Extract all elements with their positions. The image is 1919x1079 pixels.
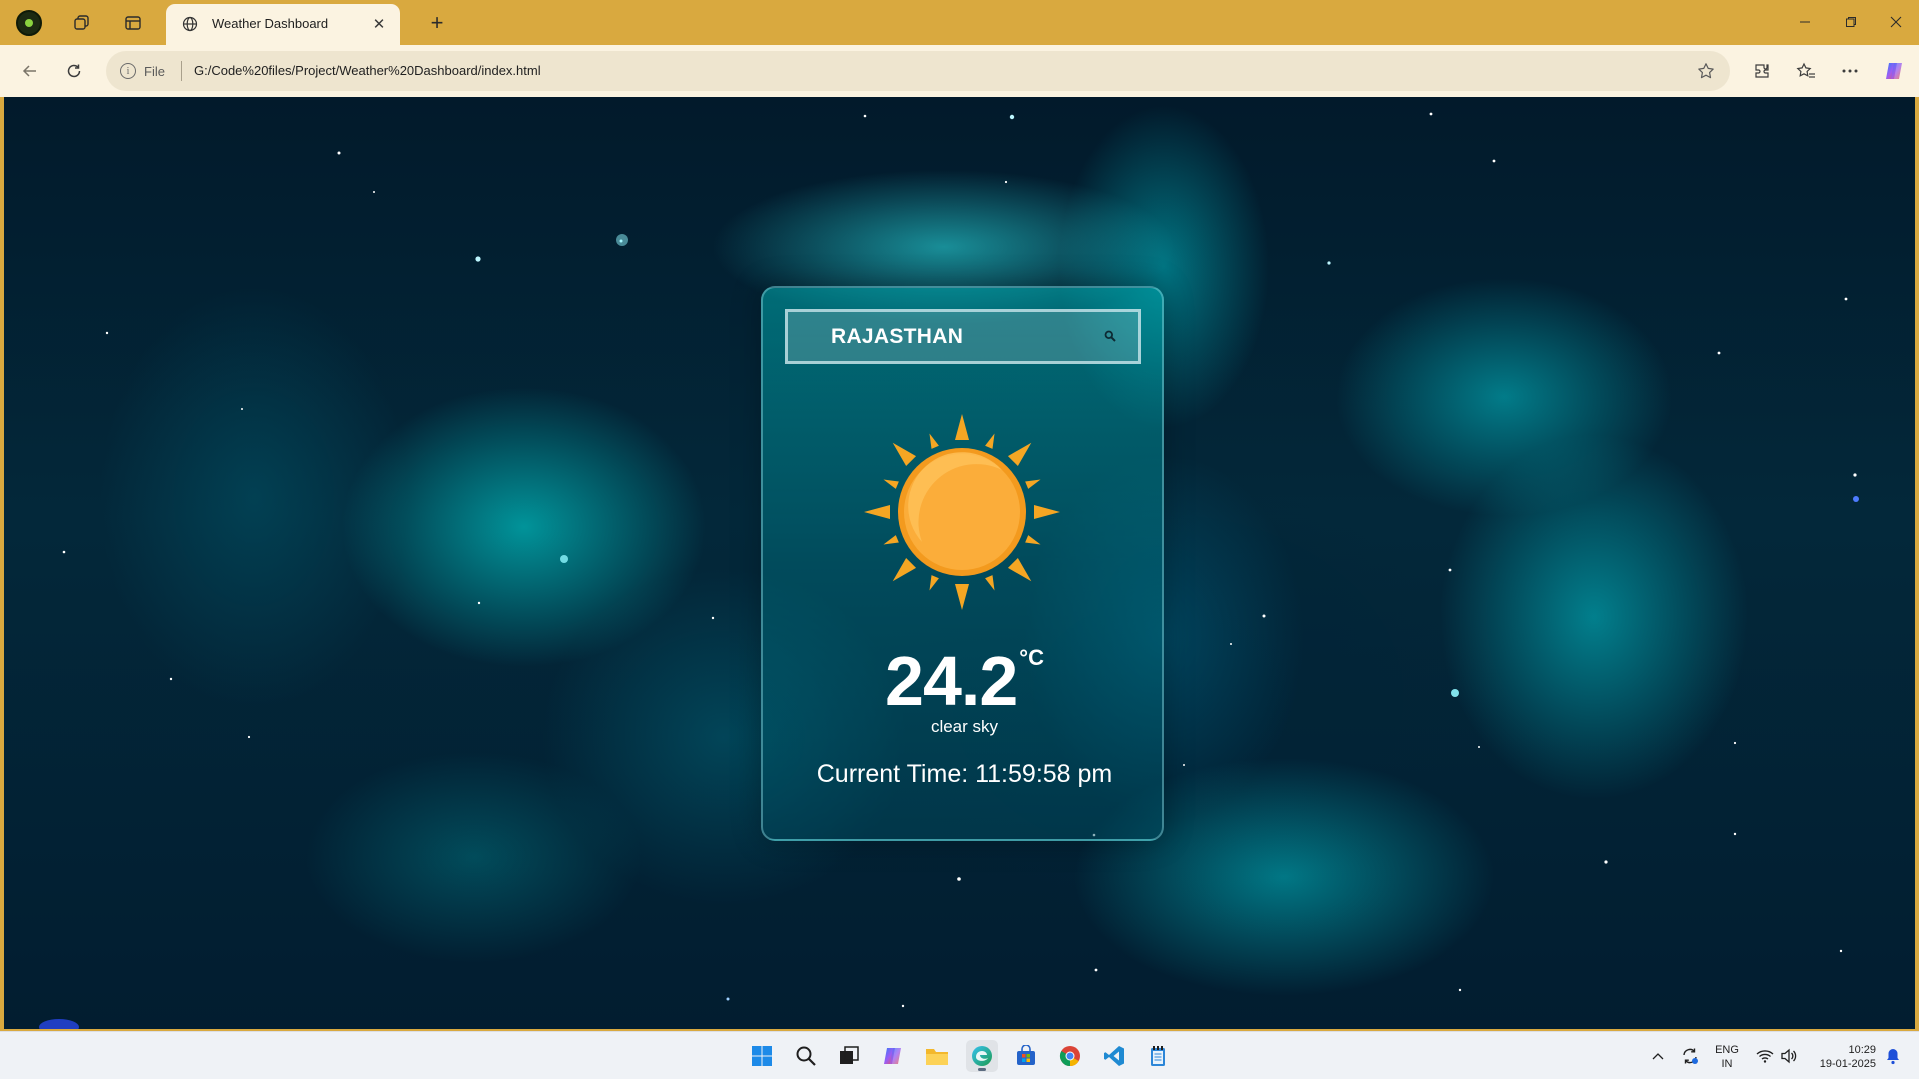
windows-taskbar: ENG IN 10:29 19-01-2025 <box>0 1031 1919 1079</box>
file-explorer-icon[interactable] <box>921 1040 953 1072</box>
vscode-icon[interactable] <box>1098 1040 1130 1072</box>
temperature-unit: °C <box>1019 645 1044 670</box>
copilot-icon[interactable] <box>1879 57 1909 85</box>
refresh-icon[interactable] <box>60 57 88 85</box>
minimize-icon[interactable] <box>1785 8 1825 36</box>
weather-description: clear sky <box>930 717 999 736</box>
edge-icon[interactable] <box>966 1040 998 1072</box>
volume-icon[interactable] <box>1778 1042 1800 1070</box>
favorites-icon[interactable] <box>1791 57 1821 85</box>
active-indicator <box>978 1068 986 1071</box>
address-bar[interactable]: i File G:/Code%20files/Project/Weather%2… <box>106 51 1730 91</box>
temperature-display: 24.2°C <box>763 641 1166 721</box>
bell-icon[interactable] <box>1882 1042 1904 1070</box>
store-icon[interactable] <box>1010 1040 1042 1072</box>
copilot-icon[interactable] <box>877 1040 909 1072</box>
browser-titlebar: Weather Dashboard ✕ + <box>0 0 1919 45</box>
divider <box>181 61 182 81</box>
info-icon: i <box>120 63 136 79</box>
task-view-icon[interactable] <box>833 1040 865 1072</box>
search-icon[interactable] <box>790 1040 822 1072</box>
workspaces-icon[interactable] <box>68 9 96 37</box>
language-code: ENG <box>1715 1044 1739 1056</box>
plus-icon[interactable]: + <box>422 9 452 37</box>
more-icon[interactable] <box>1835 57 1865 85</box>
page-viewport: RAJASTHAN 24.2°C clear sky Current Time:… <box>4 97 1915 1029</box>
sun-icon <box>864 414 1060 610</box>
close-icon[interactable]: ✕ <box>368 13 390 35</box>
language-region: IN <box>1721 1058 1733 1070</box>
restore-icon[interactable] <box>1831 8 1871 36</box>
star-icon[interactable] <box>1694 59 1718 83</box>
search-icon[interactable] <box>1100 326 1120 346</box>
show-hidden-icons-icon[interactable] <box>1648 1042 1668 1070</box>
clock-time: 10:29 <box>1848 1044 1876 1056</box>
scheme-label: File <box>144 63 165 79</box>
url-text[interactable]: G:/Code%20files/Project/Weather%20Dashbo… <box>194 63 541 78</box>
weather-card: RAJASTHAN 24.2°C clear sky Current Time:… <box>761 286 1164 841</box>
extensions-icon[interactable] <box>1747 57 1777 85</box>
temperature-value: 24.2 <box>885 642 1018 720</box>
profile-icon[interactable] <box>16 10 42 36</box>
globe-icon <box>180 14 200 34</box>
language-indicator[interactable]: ENG IN <box>1715 1043 1739 1071</box>
tab-weather-dashboard[interactable]: Weather Dashboard ✕ <box>166 4 400 45</box>
current-time: Current Time: 11:59:58 pm <box>816 760 1113 788</box>
site-info-button[interactable]: i File <box>120 61 165 81</box>
wifi-icon[interactable] <box>1754 1042 1776 1070</box>
windows-start-icon[interactable] <box>746 1040 778 1072</box>
tab-actions-icon[interactable] <box>119 9 147 37</box>
clock-date: 19-01-2025 <box>1819 1058 1876 1070</box>
back-icon[interactable] <box>16 57 44 85</box>
browser-toolbar: i File G:/Code%20files/Project/Weather%2… <box>0 45 1919 97</box>
city-search-input[interactable]: RAJASTHAN <box>785 309 1141 364</box>
chrome-icon[interactable] <box>1054 1040 1086 1072</box>
notepad-icon[interactable] <box>1142 1040 1174 1072</box>
close-window-icon[interactable] <box>1876 8 1916 36</box>
tab-title: Weather Dashboard <box>212 16 329 31</box>
system-clock[interactable]: 10:29 19-01-2025 <box>1808 1043 1876 1071</box>
search-input-value[interactable]: RAJASTHAN <box>831 325 963 349</box>
sync-status-icon[interactable] <box>1678 1042 1702 1070</box>
